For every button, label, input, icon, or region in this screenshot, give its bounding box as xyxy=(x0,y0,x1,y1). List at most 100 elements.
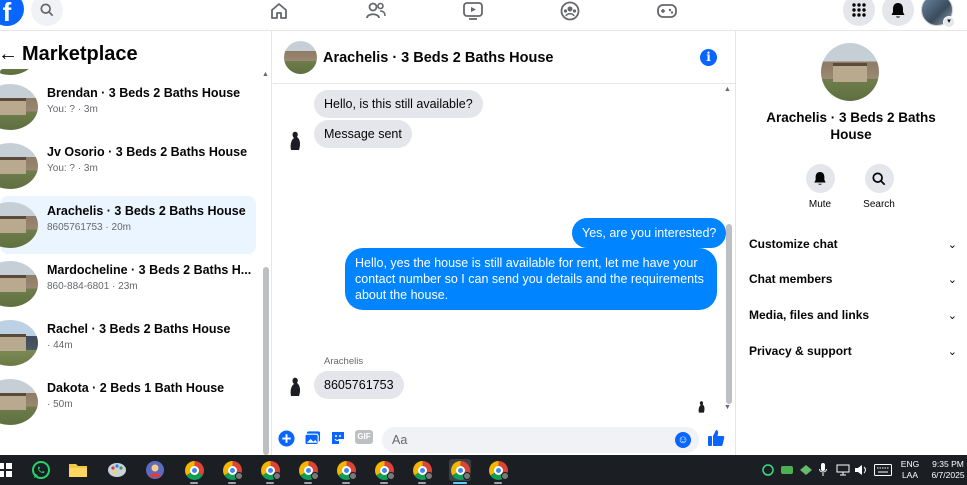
conversation-list-panel: ← Marketplace Brendan · 3 Beds 2 Baths H… xyxy=(0,31,272,455)
search-button[interactable] xyxy=(31,0,63,26)
incoming-message: 8605761753 xyxy=(314,371,404,399)
groups-nav-button[interactable] xyxy=(558,0,582,22)
incoming-message: Message sent xyxy=(314,120,412,148)
friends-nav-button[interactable] xyxy=(364,0,388,22)
listing-thumbnail xyxy=(0,202,38,248)
whatsapp-taskbar-button[interactable] xyxy=(30,459,52,481)
search-conversation-button[interactable]: Search xyxy=(859,164,899,210)
listing-thumbnail xyxy=(0,261,38,307)
gif-button[interactable]: GIF xyxy=(355,430,373,444)
chrome-icon xyxy=(184,460,204,480)
chevron-down-icon: ⌄ xyxy=(947,273,957,286)
chat-members-row[interactable]: Chat members ⌄ xyxy=(749,269,957,289)
chrome-taskbar-button[interactable] xyxy=(487,459,509,484)
profile-taskbar-button[interactable] xyxy=(144,459,166,481)
chrome-taskbar-button[interactable] xyxy=(259,459,281,484)
sticker-button[interactable] xyxy=(329,429,347,447)
grid-menu-icon xyxy=(852,3,866,17)
app-taskbar-button[interactable] xyxy=(106,459,128,481)
chrome-taskbar-button[interactable] xyxy=(221,459,243,484)
top-navigation-bar: f ▾ xyxy=(0,0,967,31)
mute-button[interactable]: Mute xyxy=(800,164,840,210)
scroll-up-arrow[interactable]: ▲ xyxy=(262,71,269,78)
search-icon xyxy=(872,171,886,185)
chevron-down-icon: ⌄ xyxy=(947,238,957,251)
chat-title[interactable]: Arachelis · 3 Beds 2 Baths House xyxy=(323,50,553,66)
conversation-item[interactable]: Rachel · 3 Beds 2 Baths House · 44m xyxy=(0,314,256,372)
scroll-down-arrow[interactable]: ▼ xyxy=(724,404,731,411)
clock[interactable]: 9:35 PM 6/7/2025 xyxy=(926,459,967,481)
search-icon xyxy=(40,3,54,17)
message-input[interactable] xyxy=(382,427,699,453)
conversation-preview: You: ? · 3m xyxy=(47,104,98,115)
file-explorer-taskbar-button[interactable] xyxy=(67,459,89,481)
profile-avatar[interactable]: ▾ xyxy=(921,0,955,28)
keyboard-icon[interactable] xyxy=(874,464,892,476)
customize-chat-row[interactable]: Customize chat ⌄ xyxy=(749,234,957,254)
language-code: ENG xyxy=(900,459,920,469)
conversation-details-panel: Arachelis · 3 Beds 2 Baths House Mute Se… xyxy=(737,31,967,455)
chrome-taskbar-button[interactable] xyxy=(335,459,357,484)
scroll-up-arrow[interactable]: ▲ xyxy=(724,86,731,93)
folder-icon xyxy=(69,464,87,477)
conversation-item[interactable]: Brendan · 3 Beds 2 Baths House You: ? · … xyxy=(0,78,256,136)
listing-thumbnail xyxy=(0,84,38,130)
home-nav-button[interactable] xyxy=(267,0,291,22)
chrome-taskbar-button-active[interactable] xyxy=(449,459,471,484)
video-icon xyxy=(463,2,483,20)
menu-button[interactable] xyxy=(843,0,875,26)
start-button[interactable] xyxy=(0,459,16,481)
info-icon[interactable]: i xyxy=(700,49,717,66)
thumbs-up-icon xyxy=(708,430,725,446)
chrome-taskbar-button[interactable] xyxy=(373,459,395,484)
chrome-taskbar-button[interactable] xyxy=(297,459,319,484)
scrollbar-thumb[interactable] xyxy=(263,267,269,455)
chat-panel: Arachelis · 3 Beds 2 Baths House i Hello… xyxy=(273,31,736,455)
watch-nav-button[interactable] xyxy=(461,0,485,22)
more-actions-button[interactable] xyxy=(277,429,295,447)
chrome-icon xyxy=(488,460,509,480)
facebook-logo[interactable]: f xyxy=(0,0,24,27)
sender-name-label: Arachelis xyxy=(324,356,364,367)
chrome-icon xyxy=(450,460,471,480)
privacy-support-row[interactable]: Privacy & support ⌄ xyxy=(749,341,957,361)
conversation-preview: 8605761753 · 20m xyxy=(47,222,131,233)
search-label: Search xyxy=(863,199,895,210)
gaming-nav-button[interactable] xyxy=(655,0,679,22)
conversation-item[interactable]: Jv Osorio · 3 Beds 2 Baths House You: ? … xyxy=(0,137,256,195)
tray-app-icon[interactable] xyxy=(780,464,794,476)
microphone-icon[interactable] xyxy=(819,463,827,477)
emoji-icon[interactable]: ☺ xyxy=(675,432,691,448)
back-arrow-icon[interactable]: ← xyxy=(0,43,18,66)
sidebar-scrollbar[interactable]: ▲ xyxy=(262,71,270,455)
keyboard-layout: LAA xyxy=(901,470,919,480)
conversation-name: Brendan · 3 Beds 2 Baths House xyxy=(47,86,241,100)
tray-app-icon[interactable] xyxy=(799,464,813,476)
listing-avatar[interactable] xyxy=(821,43,879,101)
media-files-links-row[interactable]: Media, files and links ⌄ xyxy=(749,305,957,325)
bell-icon xyxy=(814,171,826,185)
conversation-item-active[interactable]: Arachelis · 3 Beds 2 Baths House 8605761… xyxy=(0,196,256,254)
conversation-item[interactable]: Dakota · 2 Beds 1 Bath House · 50m xyxy=(0,373,256,431)
whatsapp-icon xyxy=(32,461,50,479)
volume-icon[interactable] xyxy=(854,464,868,476)
notifications-button[interactable] xyxy=(882,0,914,26)
scrollbar-thumb[interactable] xyxy=(726,224,732,404)
chat-scrollbar[interactable]: ▲ ▼ xyxy=(723,86,733,414)
plus-circle-icon xyxy=(277,429,295,447)
network-icon[interactable] xyxy=(836,464,850,476)
chrome-taskbar-button[interactable] xyxy=(183,459,205,484)
conversation-item[interactable]: Mardocheline · 3 Beds 2 Baths H... 860-8… xyxy=(0,255,256,313)
input-language[interactable]: ENG LAA xyxy=(896,459,924,481)
conversation-name: Arachelis · 3 Beds 2 Baths House xyxy=(47,204,246,218)
like-button[interactable] xyxy=(707,429,725,447)
attach-photo-button[interactable] xyxy=(303,429,321,447)
chat-avatar[interactable] xyxy=(284,41,317,74)
chevron-down-icon: ▾ xyxy=(943,16,955,28)
chrome-taskbar-button[interactable] xyxy=(411,459,433,484)
gamepad-icon xyxy=(657,4,677,18)
conversation-preview: 860-884-6801 · 23m xyxy=(47,281,138,292)
section-label: Customize chat xyxy=(749,237,838,251)
windows-taskbar: ENG LAA 9:35 PM 6/7/2025 xyxy=(0,455,967,485)
tray-app-icon[interactable] xyxy=(762,464,774,476)
